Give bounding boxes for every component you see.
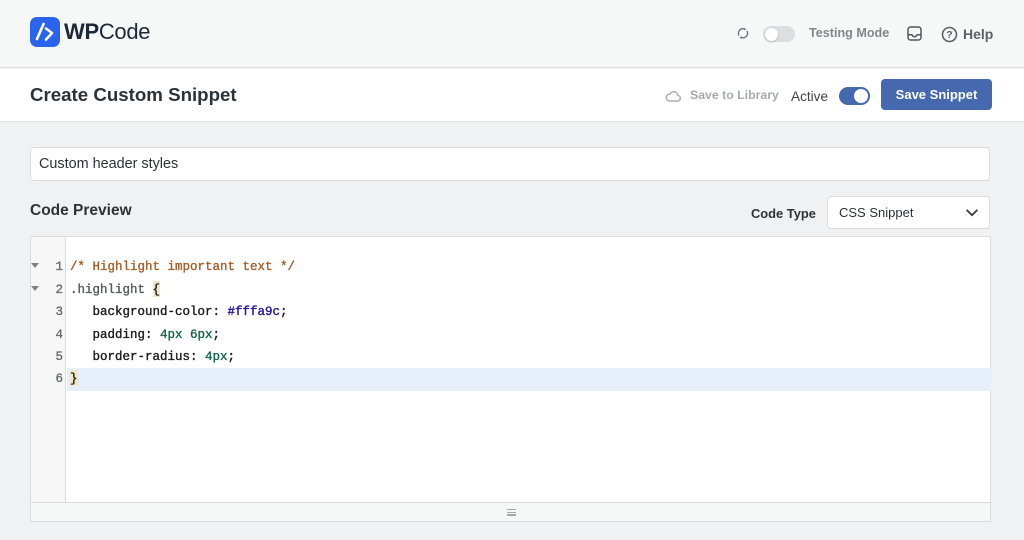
- svg-text:?: ?: [946, 29, 952, 41]
